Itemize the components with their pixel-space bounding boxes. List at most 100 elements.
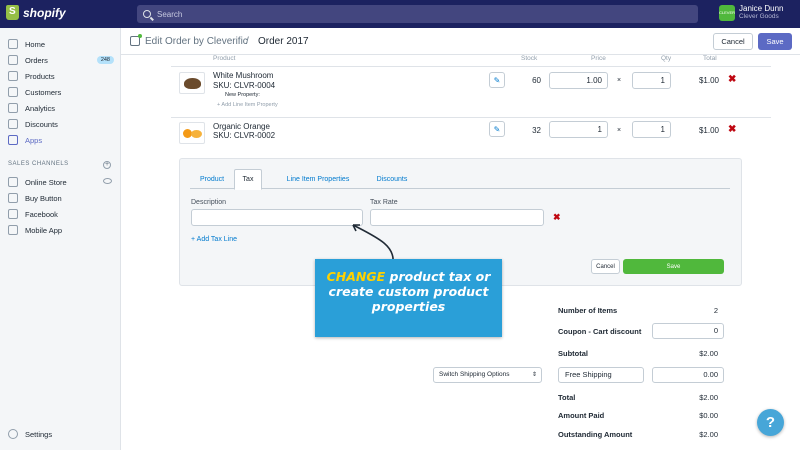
delete-line-icon[interactable]: ✖	[728, 74, 736, 85]
tab-product[interactable]: Product	[190, 169, 234, 190]
panel-save-button[interactable]: Save	[623, 259, 724, 274]
callout-highlight: CHANGE	[326, 269, 386, 284]
search-icon	[143, 10, 151, 18]
sidebar-item-label: Mobile App	[25, 225, 63, 235]
edit-pencil-icon[interactable]: ✎	[489, 121, 505, 137]
amount-paid-label: Amount Paid	[558, 411, 605, 420]
row-divider	[171, 117, 771, 118]
gear-icon	[8, 429, 18, 439]
store-icon	[8, 177, 18, 187]
callout-text: create custom product	[328, 284, 489, 299]
shipping-cost-input[interactable]: 0.00	[652, 367, 724, 383]
user-menu[interactable]: CLEVER Janice Dunn Clever Goods	[719, 4, 783, 21]
multiply-sign: ×	[617, 77, 622, 84]
callout-text: properties	[371, 299, 446, 314]
sidebar-item-label: Products	[25, 71, 55, 81]
quantity-input[interactable]: 1	[632, 121, 671, 138]
sidebar: Home Orders 248 Products Customers Analy…	[0, 28, 121, 450]
sidebar-item-home[interactable]: Home	[8, 38, 114, 50]
sidebar-item-label: Discounts	[25, 119, 58, 129]
breadcrumb[interactable]: Edit Order by Cleverific	[145, 36, 248, 47]
sidebar-item-online-store[interactable]: Online Store	[8, 176, 114, 188]
shipping-name-input[interactable]: Free Shipping	[558, 367, 644, 383]
sidebar-item-label: Settings	[25, 429, 53, 439]
view-store-icon[interactable]	[103, 178, 112, 184]
sidebar-item-products[interactable]: Products	[8, 70, 114, 82]
stock-value: 32	[532, 126, 541, 135]
subtotal-label: Subtotal	[558, 349, 588, 358]
shopify-logo[interactable]: shopify	[6, 5, 66, 20]
panel-tabs: Product Tax Line Item Properties Discoun…	[190, 169, 730, 190]
edit-pencil-icon[interactable]: ✎	[489, 72, 505, 88]
top-bar: shopify Search CLEVER Janice Dunn Clever…	[0, 0, 800, 28]
sidebar-item-customers[interactable]: Customers	[8, 86, 114, 98]
logo-text: shopify	[23, 5, 66, 20]
chart-icon	[8, 103, 18, 113]
column-header-qty: Qty	[661, 55, 672, 62]
sidebar-item-label: Orders	[25, 55, 48, 65]
sidebar-item-label: Home	[25, 39, 46, 49]
discount-icon	[8, 119, 18, 129]
order-editor: Product Stock Price Qty Total White Mush…	[121, 55, 800, 450]
callout-text: product tax or	[385, 269, 491, 284]
delete-tax-line-icon[interactable]: ✖	[553, 212, 561, 223]
product-name[interactable]: Organic Orange	[213, 122, 270, 131]
app-icon	[130, 34, 142, 46]
product-sku: SKU: CLVR-0002	[213, 131, 276, 140]
number-of-items-value: 2	[713, 306, 718, 315]
tab-discounts[interactable]: Discounts	[368, 169, 416, 190]
orders-count-badge: 248	[96, 56, 114, 64]
search-bar[interactable]: Search	[137, 5, 698, 23]
shopify-bag-icon	[6, 5, 19, 20]
outstanding-amount-value: $2.00	[699, 430, 718, 439]
sidebar-item-label: Online Store	[25, 177, 67, 187]
coupon-input[interactable]: 0	[652, 323, 724, 339]
column-header-stock: Stock	[521, 55, 538, 62]
page-header: Edit Order by Cleverific / Order 2017 Ca…	[121, 28, 800, 55]
sidebar-item-buy-button[interactable]: Buy Button	[8, 192, 114, 204]
column-header-price: Price	[591, 55, 606, 62]
sidebar-item-mobile-app[interactable]: Mobile App	[8, 224, 114, 236]
help-button[interactable]: ?	[757, 409, 784, 436]
price-input[interactable]: 1.00	[549, 72, 608, 89]
product-thumbnail	[179, 122, 205, 144]
total-value: $2.00	[699, 393, 718, 402]
add-channel-icon[interactable]: +	[103, 161, 111, 169]
sidebar-item-label: Customers	[25, 87, 62, 97]
product-sku: SKU: CLVR-0004	[213, 81, 276, 90]
sidebar-item-orders[interactable]: Orders 248	[8, 54, 114, 66]
person-icon	[8, 87, 18, 97]
line-total: $1.00	[698, 126, 719, 135]
line-total: $1.00	[698, 76, 719, 85]
quantity-input[interactable]: 1	[632, 72, 671, 89]
column-header-product: Product	[213, 55, 236, 62]
breadcrumb-separator: /	[246, 36, 249, 47]
shipping-options-select[interactable]: Switch Shipping Options	[433, 367, 542, 383]
delete-line-icon[interactable]: ✖	[728, 124, 736, 135]
product-thumbnail	[179, 72, 205, 94]
user-name: Janice Dunn	[739, 4, 784, 13]
sidebar-item-analytics[interactable]: Analytics	[8, 102, 114, 114]
sidebar-item-label: Analytics	[25, 103, 56, 113]
column-header-total: Total	[703, 55, 717, 62]
coupon-label: Coupon - Cart discount	[558, 327, 642, 336]
add-line-item-property-link[interactable]: + Add Line Item Property	[217, 102, 278, 108]
price-input[interactable]: 1	[549, 121, 608, 138]
tab-tax[interactable]: Tax	[234, 169, 262, 190]
sidebar-item-label: Facebook	[25, 209, 58, 219]
save-button[interactable]: Save	[758, 33, 792, 50]
tab-line-item-properties[interactable]: Line Item Properties	[266, 169, 370, 190]
cancel-button[interactable]: Cancel	[713, 33, 753, 50]
outstanding-amount-label: Outstanding Amount	[558, 430, 633, 439]
panel-cancel-button[interactable]: Cancel	[591, 259, 620, 274]
product-name[interactable]: White Mushroom	[213, 71, 273, 80]
description-label: Description	[191, 199, 227, 206]
add-tax-line-link[interactable]: + Add Tax Line	[191, 236, 237, 243]
sidebar-item-settings[interactable]: Settings	[8, 428, 114, 440]
sidebar-item-discounts[interactable]: Discounts	[8, 118, 114, 130]
tax-rate-label: Tax Rate	[370, 199, 398, 206]
sidebar-item-apps[interactable]: Apps	[8, 134, 114, 146]
description-input[interactable]	[191, 209, 363, 226]
sidebar-item-facebook[interactable]: Facebook	[8, 208, 114, 220]
stock-value: 60	[532, 76, 541, 85]
